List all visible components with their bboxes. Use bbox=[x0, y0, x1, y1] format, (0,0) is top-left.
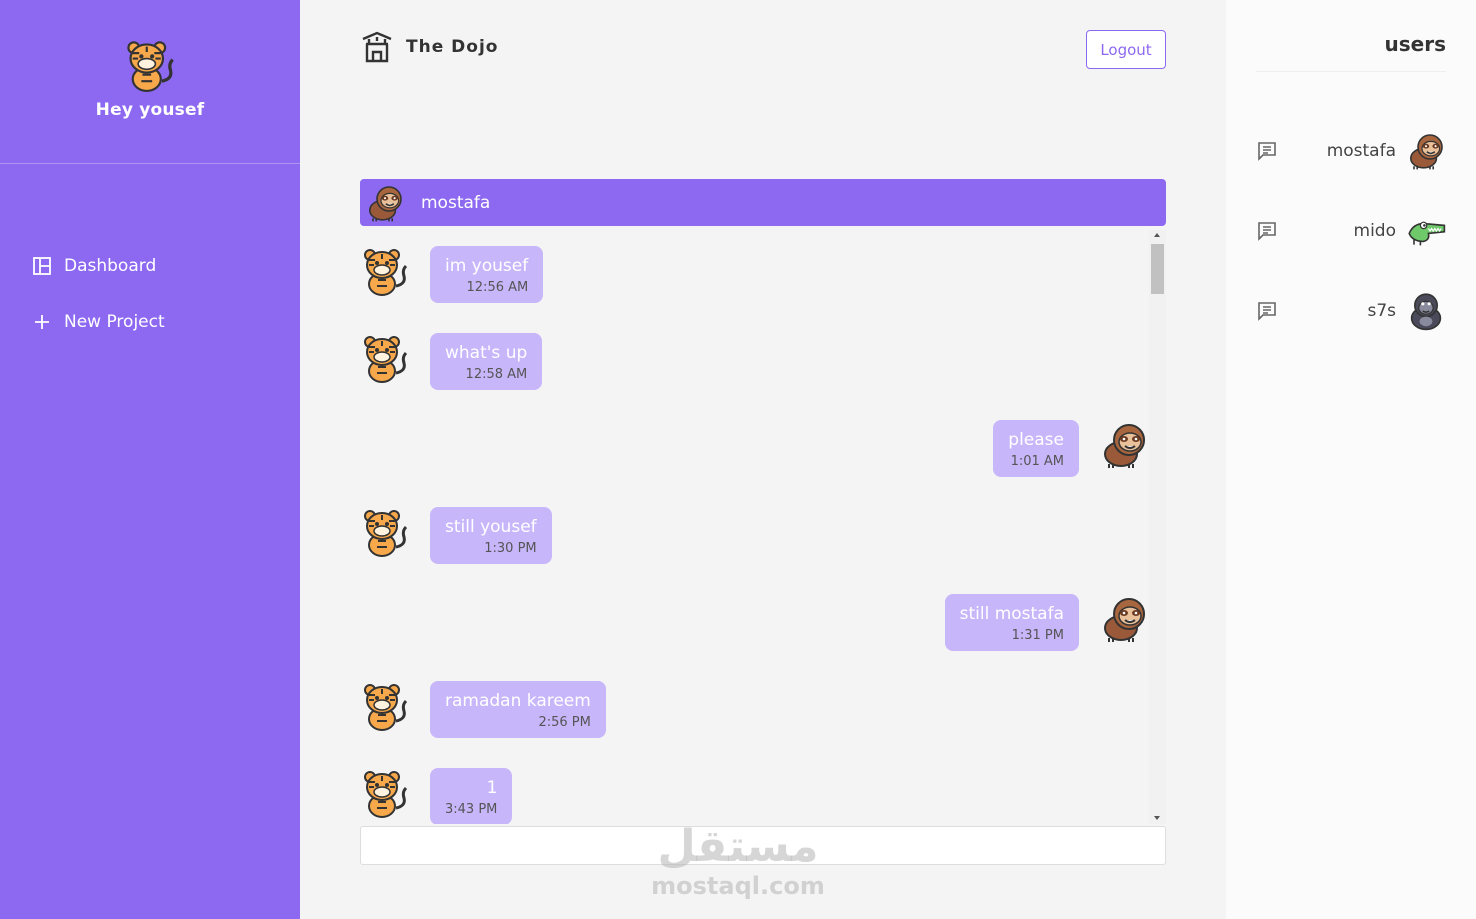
sidebar-nav: Dashboard New Project bbox=[32, 252, 165, 364]
message-item: 1 3:43 PM bbox=[360, 768, 513, 824]
online-users-panel: users mostafa mido s7s bbox=[1226, 0, 1476, 919]
message-text: still yousef bbox=[445, 517, 537, 537]
crocodile-avatar bbox=[1406, 211, 1446, 251]
logout-button[interactable]: Logout bbox=[1086, 30, 1166, 69]
message-time: 1:31 PM bbox=[1011, 628, 1064, 643]
message-text: please bbox=[1008, 430, 1064, 450]
message-time: 2:56 PM bbox=[538, 715, 591, 730]
message-text: ramadan kareem bbox=[445, 691, 591, 711]
nav-label-dashboard: Dashboard bbox=[64, 256, 157, 276]
plus-icon bbox=[35, 315, 49, 329]
message-time: 3:43 PM bbox=[445, 802, 498, 817]
message-bubble: please 1:01 AM bbox=[993, 420, 1079, 477]
scroll-down-arrow-icon[interactable] bbox=[1154, 816, 1160, 820]
sidebar: Hey yousef Dashboard New Project bbox=[0, 0, 300, 919]
message-item: what's up 12:58 AM bbox=[360, 333, 543, 390]
top-navbar: The Dojo Logout bbox=[360, 28, 1166, 70]
message-time: 12:56 AM bbox=[466, 280, 529, 295]
sloth-avatar bbox=[365, 183, 405, 223]
greeting: Hey yousef bbox=[95, 100, 205, 120]
user-row-s7s[interactable]: s7s bbox=[1256, 291, 1446, 331]
temple-icon bbox=[362, 31, 392, 63]
tiger-avatar bbox=[360, 507, 410, 557]
message-bubble: still mostafa 1:31 PM bbox=[944, 594, 1079, 651]
tiger-avatar bbox=[123, 38, 177, 92]
sidebar-user: Hey yousef bbox=[0, 0, 300, 164]
chat-icon[interactable] bbox=[1256, 300, 1278, 322]
tiger-avatar bbox=[360, 768, 410, 818]
user-row-mostafa[interactable]: mostafa bbox=[1256, 131, 1446, 171]
message-item: ramadan kareem 2:56 PM bbox=[360, 681, 606, 738]
message-text: still mostafa bbox=[959, 604, 1064, 624]
brand-title: The Dojo bbox=[406, 37, 499, 57]
nav-item-dashboard[interactable]: Dashboard bbox=[32, 252, 165, 280]
sloth-avatar bbox=[1099, 594, 1149, 644]
message-time: 1:01 AM bbox=[1010, 454, 1064, 469]
message-bubble: still yousef 1:30 PM bbox=[430, 507, 552, 564]
tiger-avatar bbox=[360, 246, 410, 296]
user-name: mido bbox=[1353, 221, 1396, 241]
message-time: 1:30 PM bbox=[484, 541, 537, 556]
message-bubble: ramadan kareem 2:56 PM bbox=[430, 681, 606, 738]
gorilla-avatar bbox=[1406, 291, 1446, 331]
tiger-avatar bbox=[360, 681, 410, 731]
sloth-avatar bbox=[1406, 131, 1446, 171]
sloth-avatar bbox=[1099, 420, 1149, 470]
user-row-mido[interactable]: mido bbox=[1256, 211, 1446, 251]
dashboard-icon bbox=[33, 257, 51, 275]
message-text: im yousef bbox=[445, 256, 529, 276]
chat-icon[interactable] bbox=[1256, 220, 1278, 242]
message-item: still yousef 1:30 PM bbox=[360, 507, 552, 564]
message-input[interactable] bbox=[360, 826, 1166, 865]
chat-icon[interactable] bbox=[1256, 140, 1278, 162]
user-name: s7s bbox=[1367, 301, 1396, 321]
message-bubble: im yousef 12:56 AM bbox=[430, 246, 544, 303]
tiger-avatar bbox=[360, 333, 410, 383]
message-scrollbar[interactable] bbox=[1149, 230, 1166, 824]
message-item: please 1:01 AM bbox=[993, 420, 1149, 477]
nav-item-new-project[interactable]: New Project bbox=[32, 308, 165, 336]
message-item: still mostafa 1:31 PM bbox=[944, 594, 1149, 651]
message-item: im yousef 12:56 AM bbox=[360, 246, 544, 303]
brand[interactable]: The Dojo bbox=[360, 30, 498, 64]
watermark-latin: mostaql.com bbox=[651, 872, 825, 900]
message-text: what's up bbox=[445, 343, 528, 363]
user-name: mostafa bbox=[1326, 141, 1396, 161]
message-time: 12:58 AM bbox=[465, 367, 528, 382]
users-title: users bbox=[1256, 32, 1446, 72]
chat-header: mostafa bbox=[360, 179, 1166, 226]
message-text: 1 bbox=[486, 778, 498, 798]
chat-partner-name: mostafa bbox=[421, 192, 491, 213]
message-list[interactable]: im yousef 12:56 AM what's up 12:58 AM pl… bbox=[360, 230, 1166, 824]
scrollbar-thumb[interactable] bbox=[1151, 244, 1164, 294]
nav-label-new-project: New Project bbox=[64, 312, 165, 332]
message-bubble: 1 3:43 PM bbox=[430, 768, 513, 824]
message-bubble: what's up 12:58 AM bbox=[430, 333, 543, 390]
scroll-up-arrow-icon[interactable] bbox=[1154, 233, 1160, 237]
